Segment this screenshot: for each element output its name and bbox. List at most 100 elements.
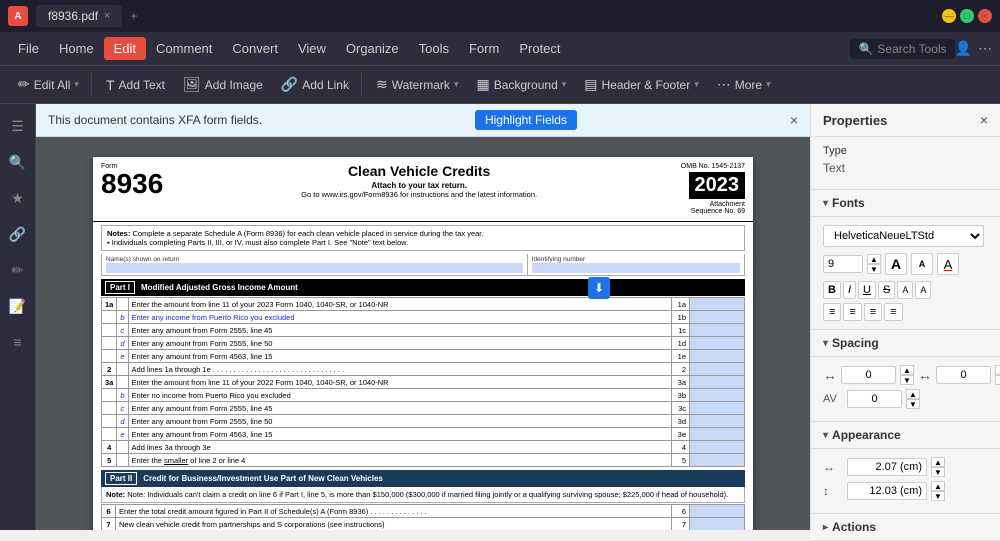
table-row: e Enter any amount from Form 4563, line … xyxy=(102,350,745,363)
height-input[interactable] xyxy=(847,482,927,500)
input-cell[interactable] xyxy=(690,363,745,376)
spacing-section-toggle[interactable]: ▾ Spacing xyxy=(811,330,1000,357)
search-tools[interactable]: 🔍 Search Tools xyxy=(850,39,954,59)
font-size-down-arrow[interactable]: ▼ xyxy=(867,264,881,274)
form-number: 8936 xyxy=(101,170,163,198)
width-up[interactable]: ▲ xyxy=(931,457,945,467)
add-image-button[interactable]: 🖼 Add Image xyxy=(175,72,271,97)
input-cell[interactable] xyxy=(690,311,745,324)
pdf-area[interactable]: This document contains XFA form fields. … xyxy=(36,104,810,530)
font-size-large-btn[interactable]: A xyxy=(885,253,907,275)
actions-section-toggle[interactable]: ▸ Actions xyxy=(811,514,1000,541)
underline-button[interactable]: U xyxy=(858,281,876,299)
spacing-av-down[interactable]: ▼ xyxy=(906,399,920,409)
font-size-input[interactable] xyxy=(823,255,863,273)
spacing-left-up[interactable]: ▲ xyxy=(900,365,914,375)
height-down[interactable]: ▼ xyxy=(931,491,945,501)
menu-view[interactable]: View xyxy=(288,37,336,60)
input-cell[interactable] xyxy=(690,350,745,363)
sidebar-icon-link[interactable]: 🔗 xyxy=(4,220,32,248)
add-link-button[interactable]: 🔗 Add Link xyxy=(273,72,357,97)
spacing-right-down[interactable]: ▼ xyxy=(995,375,1000,385)
input-cell[interactable] xyxy=(690,505,745,518)
spacing-right-input[interactable] xyxy=(936,366,991,384)
menu-file[interactable]: File xyxy=(8,37,49,60)
row-num xyxy=(102,389,117,402)
input-cell[interactable] xyxy=(690,454,745,467)
sidebar-icon-bookmark[interactable]: ★ xyxy=(4,184,32,212)
menu-tools[interactable]: Tools xyxy=(409,37,459,60)
add-text-button[interactable]: T Add Text xyxy=(98,73,173,97)
more-button[interactable]: ⋯ More ▾ xyxy=(709,72,779,97)
spacing-av-up[interactable]: ▲ xyxy=(906,389,920,399)
font-size-small-btn[interactable]: A xyxy=(911,253,933,275)
align-justify-button[interactable]: ≡ xyxy=(884,303,902,321)
font-color-btn[interactable]: A xyxy=(937,253,959,275)
menu-home[interactable]: Home xyxy=(49,37,104,60)
maximize-button[interactable]: □ xyxy=(960,9,974,23)
tab-close-icon[interactable]: × xyxy=(104,10,110,22)
spacing-left-down[interactable]: ▼ xyxy=(900,375,914,385)
background-button[interactable]: ▦ Background ▾ xyxy=(468,72,574,97)
more-icon[interactable]: ⋯ xyxy=(978,40,992,57)
italic-button[interactable]: I xyxy=(843,281,856,299)
spacing-left-input[interactable] xyxy=(841,366,896,384)
menu-protect[interactable]: Protect xyxy=(509,37,570,60)
user-icon[interactable]: 👤 xyxy=(955,40,972,57)
row-num xyxy=(102,337,117,350)
input-cell[interactable] xyxy=(690,324,745,337)
input-cell[interactable] xyxy=(690,337,745,350)
input-cell[interactable] xyxy=(690,402,745,415)
highlight-fields-button[interactable]: Highlight Fields xyxy=(475,110,577,130)
minimize-button[interactable]: — xyxy=(942,9,956,23)
appearance-section-toggle[interactable]: ▾ Appearance xyxy=(811,422,1000,449)
ssn-input[interactable] xyxy=(532,263,740,273)
table-row: 4 Add lines 3a through 3e 4 xyxy=(102,441,745,454)
height-up[interactable]: ▲ xyxy=(931,481,945,491)
panel-close-icon[interactable]: × xyxy=(980,112,988,128)
input-cell[interactable] xyxy=(690,415,745,428)
subscript-button[interactable]: A xyxy=(915,281,931,299)
bold-button[interactable]: B xyxy=(823,281,841,299)
download-button[interactable]: ⬇ xyxy=(588,277,610,299)
tab-add-icon[interactable]: + xyxy=(122,5,145,27)
font-name-select[interactable]: HelveticaNeueLTStd xyxy=(823,225,984,247)
input-cell[interactable] xyxy=(690,518,745,531)
row-text: Enter the amount from line 11 of your 20… xyxy=(128,376,671,389)
sidebar-icon-comment[interactable]: 📝 xyxy=(4,292,32,320)
spacing-av-input[interactable] xyxy=(847,390,902,408)
tab[interactable]: f8936.pdf × xyxy=(36,5,122,27)
align-center-button[interactable]: ≡ xyxy=(843,303,861,321)
header-footer-button[interactable]: ▤ Header & Footer ▾ xyxy=(576,72,706,97)
sidebar-icon-edit[interactable]: ✏ xyxy=(4,256,32,284)
align-left-button[interactable]: ≡ xyxy=(823,303,841,321)
menu-convert[interactable]: Convert xyxy=(222,37,288,60)
align-right-button[interactable]: ≡ xyxy=(864,303,882,321)
sidebar-icon-pages[interactable]: ☰ xyxy=(4,112,32,140)
input-cell[interactable] xyxy=(690,376,745,389)
menu-edit[interactable]: Edit xyxy=(104,37,146,60)
input-cell[interactable] xyxy=(690,441,745,454)
input-cell[interactable] xyxy=(690,389,745,402)
superscript-button[interactable]: A xyxy=(897,281,913,299)
input-cell[interactable] xyxy=(690,428,745,441)
watermark-button[interactable]: ≋ Watermark ▾ xyxy=(368,72,467,97)
ssn-label: Identifying number xyxy=(532,256,740,263)
sidebar-icon-menu[interactable]: ≡ xyxy=(4,328,32,356)
menu-form[interactable]: Form xyxy=(459,37,509,60)
strikethrough-button[interactable]: S xyxy=(878,281,895,299)
input-cell[interactable] xyxy=(690,298,745,311)
name-input[interactable] xyxy=(106,263,523,273)
menu-organize[interactable]: Organize xyxy=(336,37,409,60)
close-window-button[interactable]: × xyxy=(978,9,992,23)
xfa-close-icon[interactable]: × xyxy=(790,112,798,128)
fonts-section-toggle[interactable]: ▾ Fonts xyxy=(811,190,1000,217)
width-down[interactable]: ▼ xyxy=(931,467,945,477)
edit-all-arrow: ▾ xyxy=(74,79,79,90)
font-size-up-arrow[interactable]: ▲ xyxy=(867,254,881,264)
width-input[interactable] xyxy=(847,458,927,476)
menu-comment[interactable]: Comment xyxy=(146,37,222,60)
spacing-right-up[interactable]: ▲ xyxy=(995,365,1000,375)
edit-all-button[interactable]: ✏ Edit All ▾ xyxy=(10,72,87,97)
sidebar-icon-search[interactable]: 🔍 xyxy=(4,148,32,176)
